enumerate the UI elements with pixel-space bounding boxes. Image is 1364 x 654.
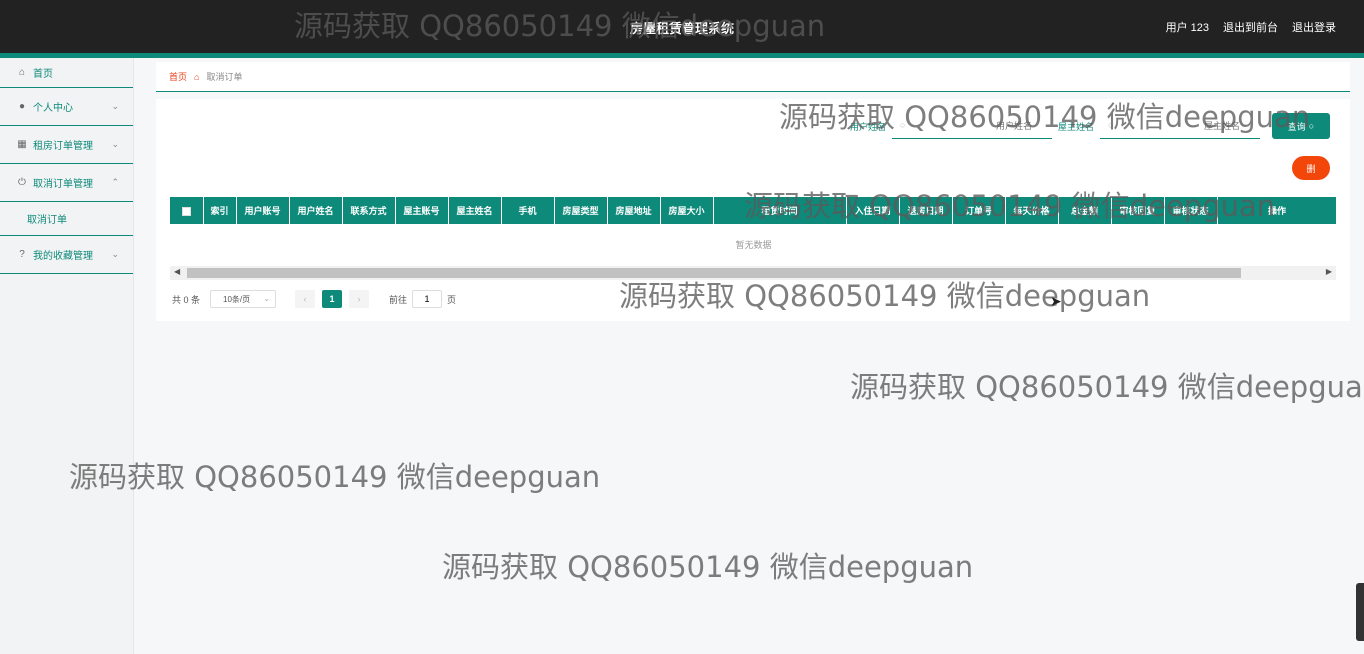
select-all-checkbox[interactable] xyxy=(170,197,204,224)
app-title: 房屋租赁管理系统 xyxy=(629,21,734,36)
scroll-right-icon[interactable]: ▶ xyxy=(1326,267,1332,276)
sidebar-item-cancel-orders[interactable]: ⏻ 取消订单管理 ⌃ xyxy=(0,164,133,202)
side-widget[interactable] xyxy=(1356,583,1364,641)
owner-name-field-wrap: ○ xyxy=(1100,113,1260,139)
column-header: 联系方式 xyxy=(342,197,396,224)
chevron-down-icon: ⌄ xyxy=(111,249,119,259)
watermark-text: 源码获取 QQ86050149 微信deepguan xyxy=(442,550,974,584)
search-icon: ○ xyxy=(899,120,906,130)
user-icon: ● xyxy=(18,101,26,112)
mouse-cursor-icon: ➤ xyxy=(1050,293,1062,309)
column-header: 用户账号 xyxy=(236,197,290,224)
column-header: 订单号 xyxy=(952,197,1006,224)
chevron-down-icon: ⌄ xyxy=(111,139,119,149)
column-header: 总金额 xyxy=(1058,197,1112,224)
user-name-label: 用户姓名 xyxy=(849,121,886,132)
prev-page-button[interactable]: ‹ xyxy=(295,290,316,308)
query-button-label: 查询 xyxy=(1287,121,1306,132)
watermark-text: 源码获取 QQ86050149 微信deepguan xyxy=(850,370,1364,404)
query-button[interactable]: 查询 ○ xyxy=(1272,113,1330,139)
search-form: 用户姓名 ○ 屋主姓名 ○ 查询 ○ xyxy=(850,113,1330,139)
column-header: 入住日期 xyxy=(846,197,900,224)
empty-text: 暂无数据 xyxy=(170,224,1336,267)
sidebar-subitem-cancel-order[interactable]: 取消订单 xyxy=(0,202,133,236)
chevron-up-icon: ⌃ xyxy=(111,177,119,187)
owner-name-input[interactable] xyxy=(1100,113,1260,138)
chevron-down-icon: ⌄ xyxy=(263,294,271,303)
delete-button[interactable]: 删 xyxy=(1292,156,1330,180)
goto-prefix: 前往 xyxy=(389,294,408,305)
user-name-field-wrap: ○ xyxy=(891,113,1052,139)
sidebar-item-label: 首页 xyxy=(33,69,53,80)
scroll-left-icon[interactable]: ◀ xyxy=(174,267,180,276)
column-header: 每天价格 xyxy=(1005,197,1059,224)
help-circle-icon: ? xyxy=(19,249,25,260)
page-size-value: 10条/页 xyxy=(223,294,251,304)
power-icon: ⏻ xyxy=(18,177,26,188)
column-header: 审核状态 xyxy=(1164,197,1218,224)
data-table: 索引 用户账号 用户姓名 联系方式 屋主账号 屋主姓名 手机 房屋类型 房屋地址… xyxy=(170,197,1336,267)
goto-suffix: 页 xyxy=(447,294,457,305)
column-header: 房屋大小 xyxy=(660,197,714,224)
watermark-text: 源码获取 QQ86050149 微信deepguan xyxy=(69,460,601,494)
logout-link[interactable]: 退出登录 xyxy=(1292,19,1336,35)
page-size-select[interactable]: 10条/页 ⌄ xyxy=(210,290,277,308)
breadcrumb-home[interactable]: 首页 xyxy=(169,70,187,83)
header-accent-bar xyxy=(0,53,1364,58)
sidebar-item-label: 租房订单管理 xyxy=(33,141,93,152)
column-header: 手机 xyxy=(501,197,555,224)
sidebar: ⌂ 首页 ● 个人中心 ⌄ ▦ 租房订单管理 ⌄ ⏻ 取消订单管理 ⌃ 取消订单… xyxy=(0,58,134,654)
breadcrumb-current: 取消订单 xyxy=(206,72,243,82)
chevron-down-icon: ⌄ xyxy=(111,101,119,111)
pagination: 共 0 条 10条/页 ⌄ ‹ 1 › 前往 页 xyxy=(172,290,456,308)
top-header: 房屋租赁管理系统 用户 123 退出到前台 退出登录 xyxy=(0,0,1364,53)
column-header: 索引 xyxy=(203,197,237,224)
search-icon: ○ xyxy=(1308,121,1315,131)
user-name-input[interactable] xyxy=(891,113,1052,138)
home-icon: ⌂ xyxy=(18,67,26,78)
sidebar-item-rent-orders[interactable]: ▦ 租房订单管理 ⌄ xyxy=(0,126,133,164)
main-panel: 用户姓名 ○ 屋主姓名 ○ 查询 ○ 删 索引 用户账号 用户姓名 xyxy=(156,99,1350,321)
column-header: 退房日期 xyxy=(899,197,953,224)
current-page-button[interactable]: 1 xyxy=(322,290,343,308)
column-header: 审核回复 xyxy=(1111,197,1165,224)
back-to-front-link[interactable]: 退出到前台 xyxy=(1223,19,1278,35)
table-header-row: 索引 用户账号 用户姓名 联系方式 屋主账号 屋主姓名 手机 房屋类型 房屋地址… xyxy=(170,197,1336,224)
sidebar-item-label: 取消订单管理 xyxy=(33,179,93,190)
grid-icon: ▦ xyxy=(17,139,27,150)
sidebar-item-label: 个人中心 xyxy=(33,103,73,114)
sidebar-item-personal[interactable]: ● 个人中心 ⌄ xyxy=(0,88,133,126)
sidebar-item-favorites[interactable]: ? 我的收藏管理 ⌄ xyxy=(0,236,133,274)
column-header: 屋主姓名 xyxy=(448,197,502,224)
sidebar-item-label: 我的收藏管理 xyxy=(33,251,93,262)
table-empty-row: 暂无数据 xyxy=(170,224,1336,267)
search-icon: ○ xyxy=(1108,120,1114,130)
home-icon: ⌂ xyxy=(194,71,200,82)
sidebar-item-home[interactable]: ⌂ 首页 xyxy=(0,58,133,88)
next-page-button[interactable]: › xyxy=(349,290,370,308)
pagination-total: 共 0 条 xyxy=(172,294,201,305)
column-header: 房屋类型 xyxy=(554,197,608,224)
column-header: 租赁时间 xyxy=(713,197,847,224)
goto-page-input[interactable] xyxy=(412,290,443,308)
column-header: 用户姓名 xyxy=(289,197,343,224)
column-header: 屋主账号 xyxy=(395,197,449,224)
horizontal-scrollbar[interactable]: ◀ ▶ xyxy=(170,266,1336,280)
header-actions: 用户 123 退出到前台 退出登录 xyxy=(1166,19,1336,35)
column-header: 房屋地址 xyxy=(607,197,661,224)
user-name[interactable]: 用户 123 xyxy=(1166,19,1209,35)
breadcrumb: 首页 ⌂ 取消订单 xyxy=(156,62,1350,92)
scrollbar-thumb[interactable] xyxy=(187,268,1241,278)
column-header: 操作 xyxy=(1217,197,1336,224)
owner-name-label: 屋主姓名 xyxy=(1057,121,1094,132)
